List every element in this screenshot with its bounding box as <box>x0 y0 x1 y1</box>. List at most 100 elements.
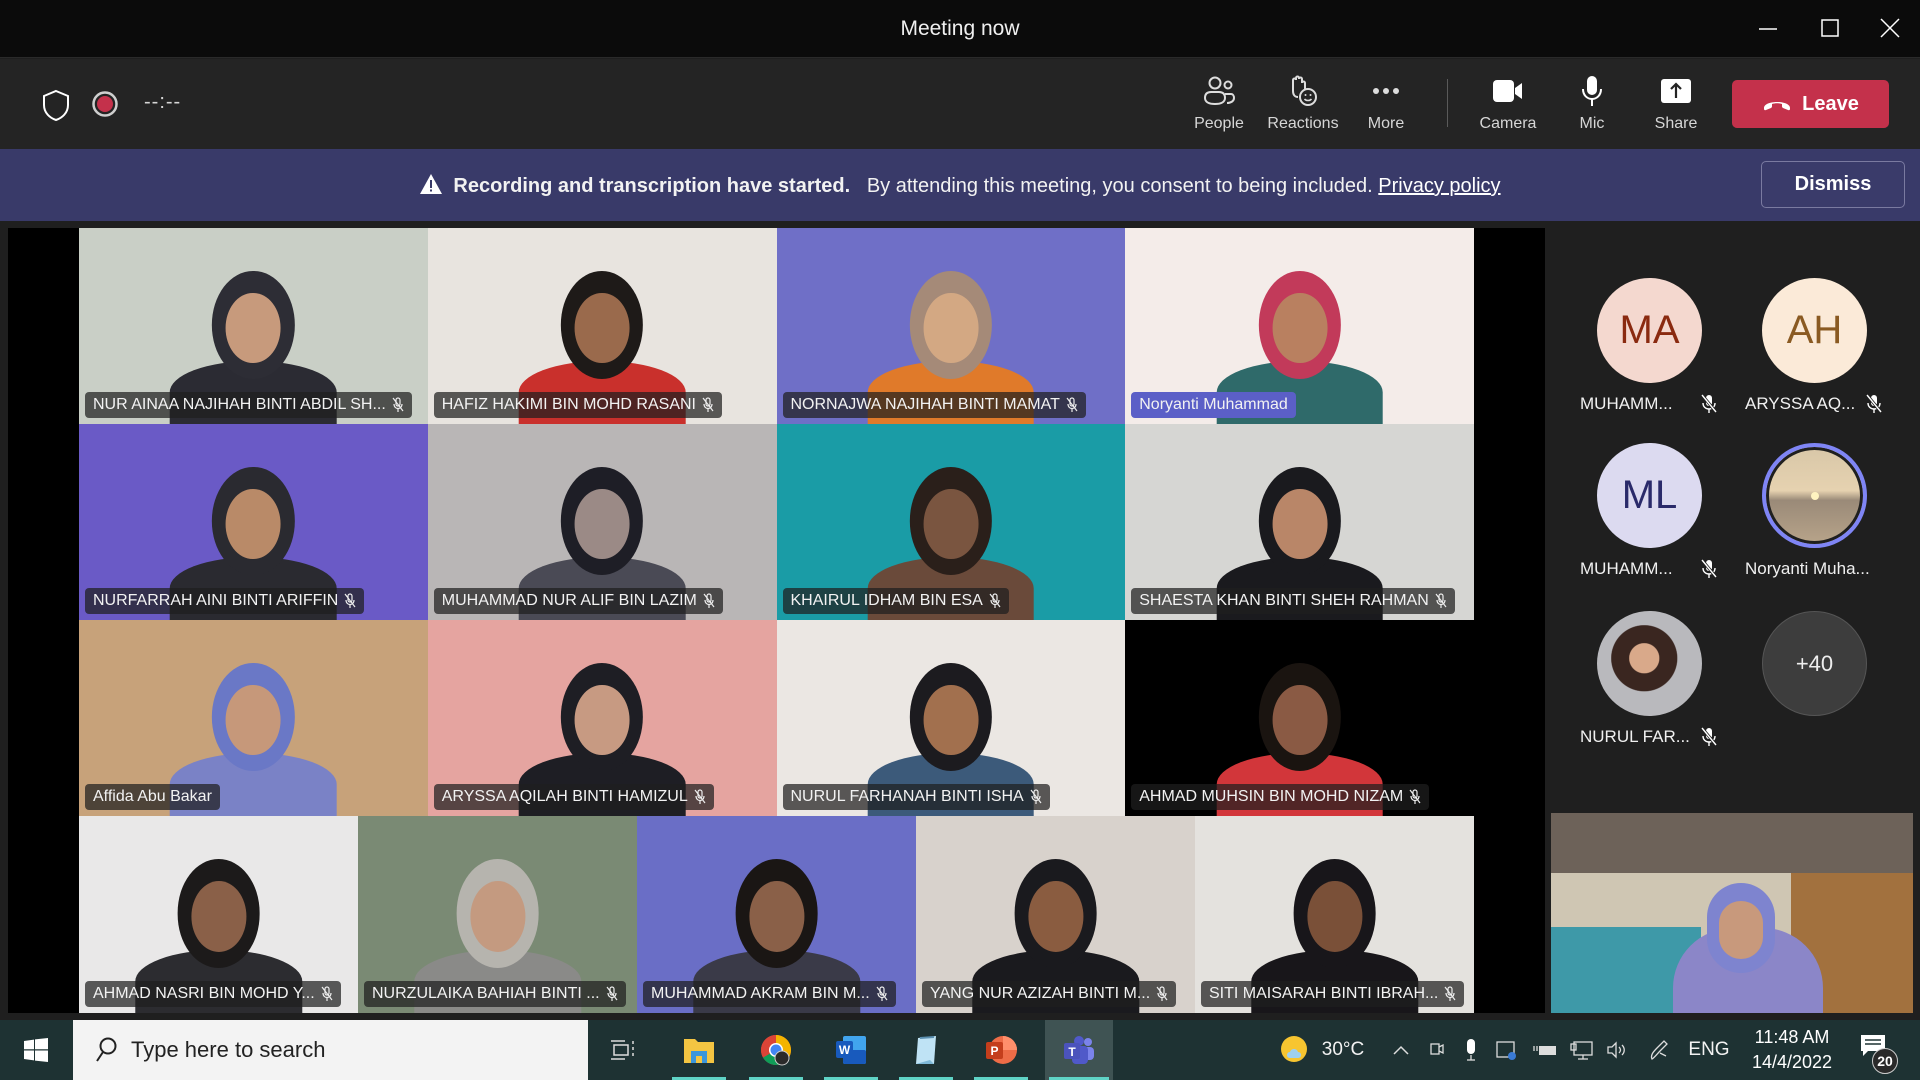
camera-icon <box>1493 80 1522 102</box>
leave-button[interactable]: Leave <box>1732 80 1889 128</box>
network-icon <box>1570 1041 1593 1060</box>
taskbar-app-notepad[interactable] <box>895 1020 957 1080</box>
maximize-button[interactable] <box>1802 8 1858 48</box>
clock[interactable]: 11:48 AM 14/4/2022 <box>1742 1024 1842 1076</box>
taskbar-app-file-explorer[interactable] <box>668 1020 730 1080</box>
mic-off-icon <box>1700 559 1718 578</box>
participant-face <box>574 488 630 560</box>
dismiss-button[interactable]: Dismiss <box>1761 161 1905 208</box>
taskbar-app-task-view[interactable] <box>593 1020 655 1080</box>
participant-name: SHAESTA KHAN BINTI SHEH RAHMAN <box>1139 592 1429 609</box>
minimize-button[interactable] <box>1740 8 1796 48</box>
show-hidden-icons-button[interactable] <box>1387 1020 1415 1080</box>
participant-video-tile[interactable]: ARYSSA AQILAH BINTI HAMIZUL <box>427 620 777 816</box>
participant-roster-name: NURUL FAR... <box>1580 727 1690 746</box>
participant-face <box>1272 488 1328 560</box>
participant-video-tile[interactable]: NURZULAIKA BAHIAH BINTI ... <box>358 816 637 1013</box>
mic-icon <box>1582 76 1602 106</box>
share-label: Share <box>1654 115 1698 132</box>
participant-name: KHAIRUL IDHAM BIN ESA <box>790 592 983 609</box>
window-title: Meeting now <box>900 17 1020 40</box>
mic-off-icon <box>1865 394 1883 413</box>
search-icon <box>96 1037 117 1062</box>
taskbar-search-box[interactable]: Type here to search <box>73 1020 588 1080</box>
title-bar: Meeting now <box>0 0 1920 58</box>
participant-avatar[interactable]: AH <box>1762 278 1867 383</box>
participant-name: NORNAJWA NAJIHAH BINTI MAMAT <box>790 396 1060 413</box>
participant-video-tile[interactable]: HAFIZ HAKIMI BIN MOHD RASANI <box>427 228 777 424</box>
participant-video-tile[interactable]: SHAESTA KHAN BINTI SHEH RAHMAN <box>1125 424 1474 620</box>
sync-icon <box>1496 1041 1516 1060</box>
participant-video-tile[interactable]: AHMAD NASRI BIN MOHD Y... <box>79 816 358 1013</box>
participant-video-tile[interactable]: YANG NUR AZIZAH BINTI M... <box>916 816 1195 1013</box>
participant-name: ARYSSA AQILAH BINTI HAMIZUL <box>441 788 688 805</box>
participant-name-label: ARYSSA AQILAH BINTI HAMIZUL <box>433 784 714 810</box>
more-button[interactable]: More <box>1346 73 1426 139</box>
weather-temp: 30°C <box>1321 1039 1365 1060</box>
sun-photo-detail <box>1810 491 1819 500</box>
participant-video-tile[interactable]: NURFARRAH AINI BINTI ARIFFIN <box>79 424 428 620</box>
close-icon <box>1880 18 1900 38</box>
self-view-video[interactable] <box>1551 813 1913 1013</box>
people-button[interactable]: People <box>1179 73 1259 139</box>
tray-network[interactable] <box>1566 1020 1596 1080</box>
hang-up-icon <box>1764 102 1791 111</box>
mic-button[interactable]: Mic <box>1552 73 1632 139</box>
participant-video-tile[interactable]: Affida Abu Bakar <box>79 620 428 816</box>
share-button[interactable]: Share <box>1636 73 1716 139</box>
chrome-icon <box>760 1035 792 1066</box>
taskbar-app-powerpoint[interactable]: P <box>970 1020 1032 1080</box>
tray-pen[interactable] <box>1644 1020 1674 1080</box>
privacy-policy-link[interactable]: Privacy policy <box>1378 175 1500 197</box>
taskbar-app-teams[interactable]: T <box>1045 1020 1113 1080</box>
more-participants-button[interactable]: +40 <box>1762 611 1867 716</box>
tray-camera-in-use[interactable] <box>1424 1020 1450 1080</box>
participant-face <box>923 488 979 560</box>
taskbar-app-word[interactable]: W <box>820 1020 882 1080</box>
reactions-icon <box>1292 75 1317 106</box>
participant-avatar[interactable]: MA <box>1597 278 1702 383</box>
start-button[interactable] <box>0 1020 72 1080</box>
muted-indicator <box>1865 394 1883 419</box>
microphone-tray-icon <box>1467 1039 1475 1061</box>
participant-avatar[interactable] <box>1597 611 1702 716</box>
reactions-button[interactable]: Reactions <box>1263 73 1343 139</box>
participant-video-tile[interactable]: NUR AINAA NAJIHAH BINTI ABDIL SH... <box>79 228 428 424</box>
participant-name-label: NURFARRAH AINI BINTI ARIFFIN <box>85 588 365 614</box>
close-window-button[interactable] <box>1862 8 1918 48</box>
participant-name-label: NURUL FARHANAH BINTI ISHA <box>782 784 1050 810</box>
participant-name: MUHAMMAD NUR ALIF BIN LAZIM <box>441 592 697 609</box>
participant-face <box>1272 684 1328 756</box>
camera-button[interactable]: Camera <box>1468 73 1548 139</box>
weather-widget[interactable]: 30°C <box>1272 1020 1372 1080</box>
participant-avatar[interactable] <box>1762 443 1867 548</box>
participant-video-tile[interactable]: NURUL FARHANAH BINTI ISHA <box>776 620 1126 816</box>
participant-face <box>574 292 630 364</box>
participant-video-tile[interactable]: MUHAMMAD NUR ALIF BIN LAZIM <box>427 424 777 620</box>
tray-sync[interactable] <box>1492 1020 1522 1080</box>
participant-roster-name: ARYSSA AQ... <box>1745 394 1856 413</box>
battery-charging-icon <box>1533 1046 1556 1055</box>
participant-face <box>469 881 526 952</box>
participant-video-tile[interactable]: NORNAJWA NAJIHAH BINTI MAMAT <box>776 228 1126 424</box>
participant-name: AHMAD NASRI BIN MOHD Y... <box>93 985 315 1002</box>
participant-face <box>225 488 281 560</box>
tray-battery[interactable] <box>1530 1020 1560 1080</box>
reactions-label: Reactions <box>1267 115 1339 132</box>
tray-volume[interactable] <box>1602 1020 1632 1080</box>
participant-video-tile[interactable]: SITI MAISARAH BINTI IBRAH... <box>1195 816 1474 1013</box>
teams-icon: T <box>1064 1036 1094 1064</box>
taskbar-app-chrome[interactable] <box>745 1020 807 1080</box>
participant-video-tile[interactable]: KHAIRUL IDHAM BIN ESA <box>776 424 1126 620</box>
participant-video-tile[interactable]: AHMAD MUHSIN BIN MOHD NIZAM <box>1125 620 1474 816</box>
notification-center-button[interactable]: 20 <box>1852 1028 1902 1076</box>
language-indicator[interactable]: ENG <box>1686 1020 1732 1080</box>
participant-name: NURZULAIKA BAHIAH BINTI ... <box>372 985 600 1002</box>
participant-video-tile[interactable]: Noryanti Muhammad <box>1125 228 1474 424</box>
tray-microphone-in-use[interactable] <box>1458 1020 1484 1080</box>
participant-avatar[interactable]: ML <box>1597 443 1702 548</box>
mic-off-icon <box>606 986 618 1001</box>
participant-video-tile[interactable]: MUHAMMAD AKRAM BIN M... <box>637 816 916 1013</box>
participant-roster-name: MUHAMM... <box>1580 559 1673 578</box>
shield-icon[interactable] <box>42 89 70 121</box>
